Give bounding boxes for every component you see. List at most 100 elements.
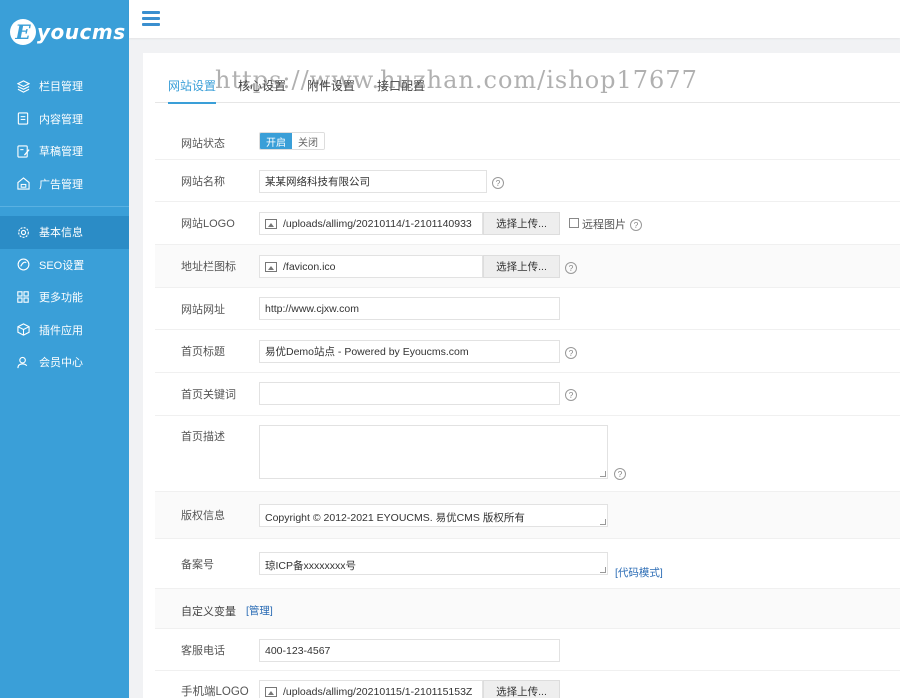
logo-text: youcms <box>37 20 126 44</box>
sidebar-item-label: 更多功能 <box>39 292 83 305</box>
input-value: 某某网络科技有限公司 <box>265 176 370 188</box>
help-icon[interactable]: ? <box>492 177 504 189</box>
logo-letter: E <box>10 19 36 45</box>
field-label: 网站状态 <box>181 138 225 150</box>
field-label: 首页描述 <box>181 431 225 443</box>
favicon-path-input[interactable]: /favicon.ico <box>259 255 483 278</box>
resize-handle[interactable] <box>600 567 606 573</box>
site-name-input[interactable]: 某某网络科技有限公司 <box>259 170 487 193</box>
menu-toggle-icon[interactable] <box>142 11 160 26</box>
manage-vars-link[interactable]: [管理] <box>246 603 273 618</box>
sidebar-item-drafts[interactable]: 草稿管理 <box>0 135 129 168</box>
row-home-description: 首页描述 ? <box>155 416 900 492</box>
input-value: 400-123-4567 <box>265 644 331 657</box>
mobile-logo-path-input[interactable]: /uploads/allimg/20210115/1-210115153Z <box>259 680 483 698</box>
sidebar-item-members[interactable]: 会员中心 <box>0 346 129 379</box>
sidebar-menu-settings: 基本信息 SEO设置 更多功能 插件应用 会员中心 <box>0 216 129 379</box>
seo-circle-icon <box>16 258 30 272</box>
input-value: /uploads/allimg/20210115/1-210115153Z <box>283 685 473 698</box>
sidebar-divider <box>0 206 129 207</box>
site-url-input[interactable]: http://www.cjxw.com <box>259 297 560 320</box>
document-icon <box>16 112 30 126</box>
home-description-textarea[interactable] <box>259 425 608 479</box>
sidebar-item-basic-info[interactable]: 基本信息 <box>0 216 129 249</box>
row-copyright: 版权信息 Copyright © 2012-2021 EYOUCMS. 易优CM… <box>155 492 900 539</box>
row-icp: 备案号 琼ICP备xxxxxxxx号 [代码模式] <box>155 539 900 589</box>
row-home-keywords: 首页关键词 ? <box>155 373 900 416</box>
sidebar-item-ads[interactable]: 广告管理 <box>0 168 129 201</box>
tab-core-settings[interactable]: 核心设置 <box>238 77 286 103</box>
sidebar-menu-content: 栏目管理 内容管理 草稿管理 广告管理 <box>0 70 129 200</box>
tab-site-settings[interactable]: 网站设置 <box>168 77 217 104</box>
home-title-input[interactable]: 易优Demo站点 - Powered by Eyoucms.com <box>259 340 560 363</box>
copyright-textarea[interactable]: Copyright © 2012-2021 EYOUCMS. 易优CMS 版权所… <box>259 504 608 527</box>
grid-icon <box>16 290 30 304</box>
code-mode-link[interactable]: [代码模式] <box>615 565 663 580</box>
site-logo-upload-button[interactable]: 选择上传... <box>483 212 560 235</box>
sidebar-item-label: 会员中心 <box>39 357 83 370</box>
input-value: /uploads/allimg/20210114/1-2101140933 <box>283 217 472 230</box>
gear-icon <box>16 225 30 239</box>
sidebar: E youcms 栏目管理 内容管理 草稿管理 广告管理 基本信息 SEO设置 … <box>0 0 129 698</box>
help-icon[interactable]: ? <box>614 468 626 480</box>
field-label: 网站LOGO <box>181 218 235 230</box>
icp-textarea[interactable]: 琼ICP备xxxxxxxx号 <box>259 552 608 575</box>
favicon-upload-button[interactable]: 选择上传... <box>483 255 560 278</box>
site-logo-path-input[interactable]: /uploads/allimg/20210114/1-2101140933 <box>259 212 483 235</box>
sidebar-item-label: 草稿管理 <box>39 146 83 159</box>
tab-api-config[interactable]: 接口配置 <box>377 77 425 103</box>
sidebar-item-columns[interactable]: 栏目管理 <box>0 70 129 103</box>
edit-document-icon <box>16 144 30 158</box>
sidebar-item-label: 基本信息 <box>39 227 83 240</box>
sidebar-item-label: SEO设置 <box>39 259 85 272</box>
status-on-option[interactable]: 开启 <box>260 133 292 149</box>
mobile-logo-upload-button[interactable]: 选择上传... <box>483 680 560 698</box>
row-site-name: 网站名称 某某网络科技有限公司 ? <box>155 160 900 202</box>
row-favicon: 地址栏图标 /favicon.ico 选择上传... ? <box>155 245 900 288</box>
row-site-url: 网站网址 http://www.cjxw.com <box>155 288 900 330</box>
input-value: /favicon.ico <box>283 260 336 273</box>
sidebar-item-plugins[interactable]: 插件应用 <box>0 314 129 347</box>
resize-handle[interactable] <box>600 471 606 477</box>
top-bar <box>129 0 900 38</box>
field-label: 自定义变量 <box>181 606 236 618</box>
sidebar-item-label: 内容管理 <box>39 113 83 126</box>
textarea-value: 琼ICP备xxxxxxxx号 <box>265 560 357 572</box>
home-ad-icon <box>16 177 30 191</box>
sidebar-item-content[interactable]: 内容管理 <box>0 103 129 136</box>
tab-attachment-settings[interactable]: 附件设置 <box>307 77 355 103</box>
image-icon <box>265 218 277 229</box>
help-icon[interactable]: ? <box>565 389 577 401</box>
help-icon[interactable]: ? <box>565 347 577 359</box>
sidebar-item-label: 广告管理 <box>39 178 83 191</box>
field-label: 首页关键词 <box>181 389 236 401</box>
field-label: 备案号 <box>181 559 214 571</box>
user-icon <box>16 355 30 369</box>
textarea-value: Copyright © 2012-2021 EYOUCMS. 易优CMS 版权所… <box>265 512 525 524</box>
field-label: 网站网址 <box>181 304 225 316</box>
input-value: http://www.cjxw.com <box>265 302 359 315</box>
phone-input[interactable]: 400-123-4567 <box>259 639 560 662</box>
eyoucms-logo[interactable]: E youcms <box>10 16 126 48</box>
home-keywords-input[interactable] <box>259 382 560 405</box>
sidebar-item-more-features[interactable]: 更多功能 <box>0 281 129 314</box>
status-off-option[interactable]: 关闭 <box>292 133 324 149</box>
help-icon[interactable]: ? <box>565 262 577 274</box>
help-icon[interactable]: ? <box>630 219 642 231</box>
field-label: 客服电话 <box>181 645 225 657</box>
sidebar-item-seo[interactable]: SEO设置 <box>0 249 129 282</box>
input-value: 易优Demo站点 - Powered by Eyoucms.com <box>265 346 469 358</box>
field-label: 首页标题 <box>181 346 225 358</box>
row-phone: 客服电话 400-123-4567 <box>155 629 900 671</box>
resize-handle[interactable] <box>600 519 606 525</box>
remote-image-checkbox[interactable] <box>569 218 579 228</box>
image-icon <box>265 261 277 272</box>
field-label: 网站名称 <box>181 176 225 188</box>
sidebar-item-label: 栏目管理 <box>39 81 83 94</box>
site-status-toggle[interactable]: 开启 关闭 <box>259 132 325 150</box>
cube-icon <box>16 323 30 337</box>
field-label: 手机端LOGO <box>181 686 249 698</box>
row-mobile-logo: 手机端LOGO /uploads/allimg/20210115/1-21011… <box>155 671 900 698</box>
row-home-title: 首页标题 易优Demo站点 - Powered by Eyoucms.com ? <box>155 330 900 373</box>
field-label: 地址栏图标 <box>181 261 236 273</box>
